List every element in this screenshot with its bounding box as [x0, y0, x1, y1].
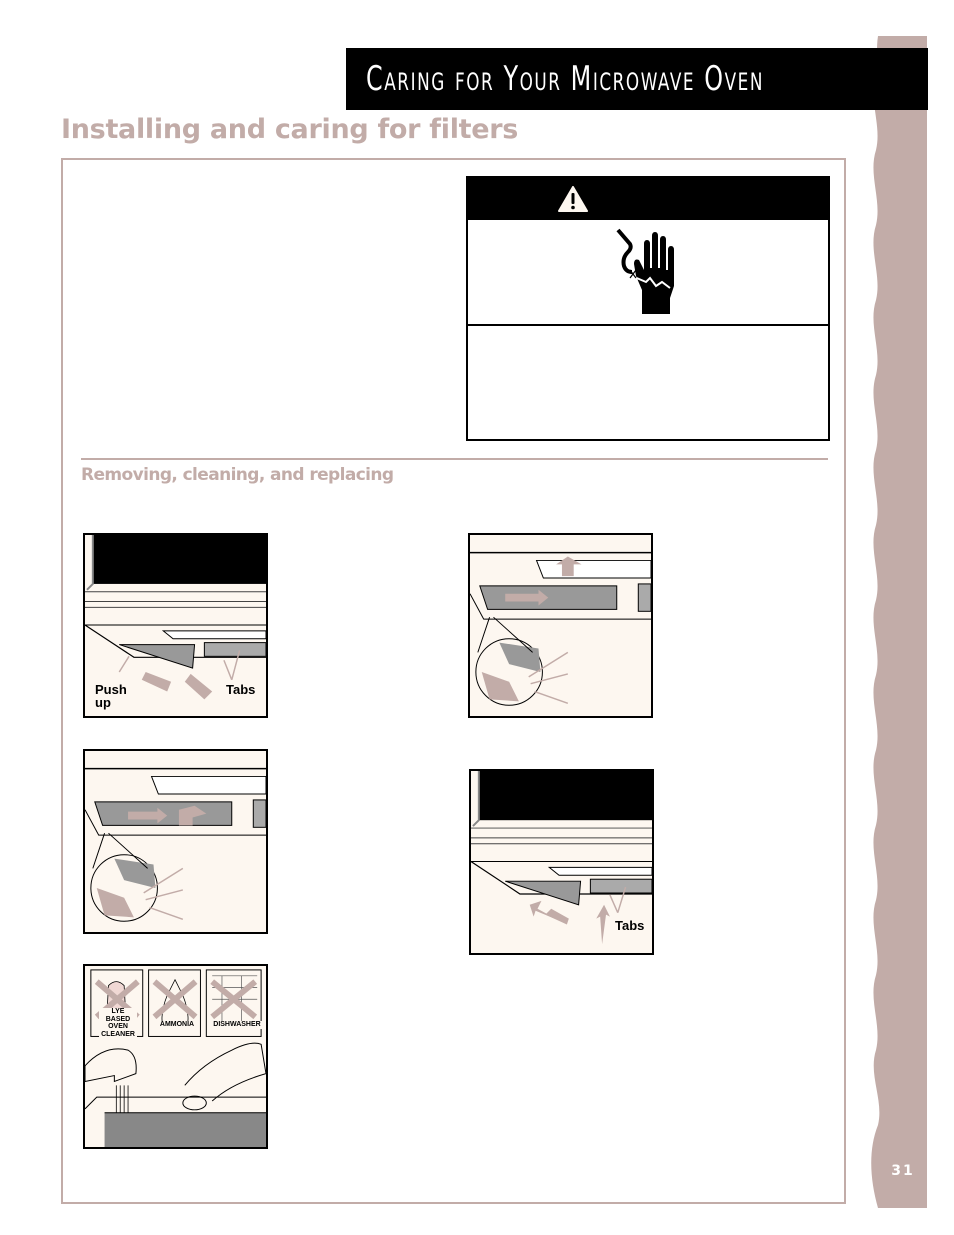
- filter-slide-drawing: [470, 551, 651, 706]
- filter-removal-illustration: Push up Tabs: [83, 533, 268, 718]
- filter-replace-illustration: Tabs: [469, 769, 654, 955]
- ammonia-label: AMMONIA: [155, 1021, 199, 1029]
- dishwasher-label: DISHWASHER: [211, 1021, 263, 1029]
- filter-cleaning-drawing: [85, 969, 266, 1147]
- filter-cleaning-illustration: LYE BASED OVEN CLEANER AMMONIA DISHWASHE…: [83, 964, 268, 1149]
- warning-triangle-icon: [558, 186, 588, 212]
- filter-align-illustration: [83, 749, 268, 934]
- push-up-label: Push up: [95, 682, 127, 710]
- warning-box: [466, 176, 830, 441]
- filter-slide-illustration: [468, 533, 653, 718]
- lye-cleaner-label: LYE BASED OVEN CLEANER: [99, 1008, 137, 1038]
- page-number: 31: [891, 1163, 915, 1179]
- decorative-side-band: [871, 36, 927, 1208]
- page-title: Installing and caring for filters: [61, 114, 519, 145]
- tabs-label: Tabs: [615, 918, 645, 933]
- filter-align-drawing: [85, 767, 266, 922]
- warning-text-area: [468, 328, 828, 439]
- warning-symbol-area: [468, 220, 828, 326]
- tabs-label: Tabs: [226, 682, 256, 697]
- section-header-bar: Caring for Your Microwave Oven: [346, 48, 928, 110]
- warning-header: [468, 178, 828, 220]
- side-band-shape: [871, 36, 927, 1208]
- electrical-shock-hand-icon: [616, 228, 674, 314]
- chapter-title: Caring for Your Microwave Oven: [366, 59, 765, 99]
- section-title: Removing, cleaning, and replacing: [81, 465, 394, 485]
- section-divider: [81, 458, 828, 460]
